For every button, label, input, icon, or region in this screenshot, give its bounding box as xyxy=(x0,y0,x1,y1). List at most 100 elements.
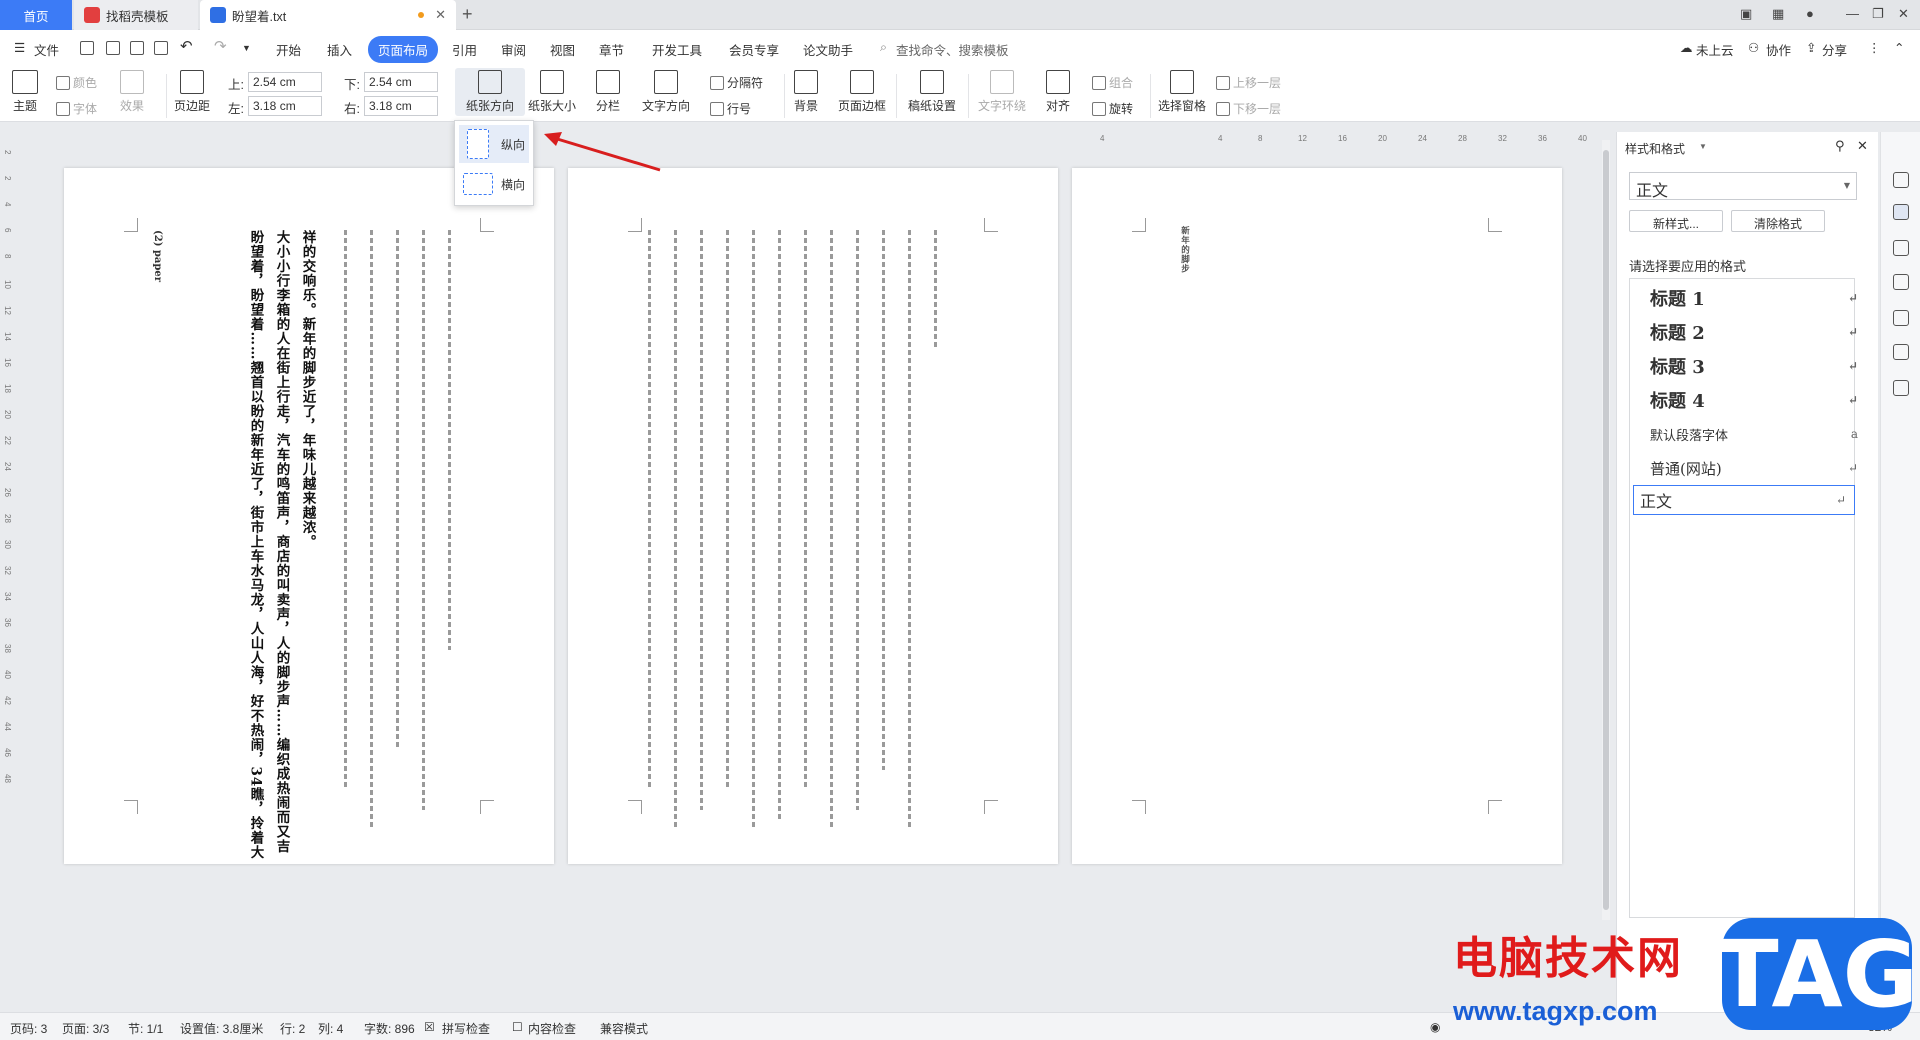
status-pages[interactable]: 页面: 3/3 xyxy=(62,1020,109,1037)
theme-button[interactable]: 主题 xyxy=(12,70,38,114)
style-item-heading-1[interactable]: 标题 1 ↵ xyxy=(1644,283,1866,313)
style-item-heading-3[interactable]: 标题 3 ↵ xyxy=(1644,351,1866,381)
search-icon[interactable]: ⌕ xyxy=(880,40,887,55)
text-direction-button[interactable]: 文字方向 xyxy=(642,70,690,114)
new-style-button[interactable]: 新样式... xyxy=(1629,210,1723,232)
export-pdf-icon[interactable] xyxy=(106,41,120,55)
document-page-2[interactable] xyxy=(568,168,1058,864)
align-button[interactable]: 对齐 xyxy=(1046,70,1070,114)
magic-icon[interactable] xyxy=(1893,172,1909,188)
clear-format-button[interactable]: 清除格式 xyxy=(1731,210,1825,232)
style-item-heading-4[interactable]: 标题 4 ↵ xyxy=(1644,385,1866,415)
paper-size-button[interactable]: 纸张大小 xyxy=(528,70,576,114)
image-tools-icon[interactable] xyxy=(1893,310,1909,326)
menu-file[interactable]: 文件 xyxy=(34,40,59,59)
line-numbers-button[interactable]: 行号 xyxy=(710,100,751,117)
text-wrap-button[interactable]: 文字环绕 xyxy=(978,70,1026,114)
grid-icon[interactable]: ▦ xyxy=(1772,6,1784,22)
quick-access-dropdown-icon[interactable]: ▼ xyxy=(242,43,251,53)
status-column[interactable]: 列: 4 xyxy=(318,1020,343,1037)
close-tab-icon[interactable]: ✕ xyxy=(435,7,446,23)
top-margin-field[interactable]: 2.54 cm xyxy=(248,72,322,92)
close-pane-icon[interactable]: ✕ xyxy=(1857,138,1868,154)
status-page-number[interactable]: 页码: 3 xyxy=(10,1020,47,1037)
background-button[interactable]: 背景 xyxy=(794,70,818,114)
tab-template[interactable]: 找稻壳模板 xyxy=(74,0,198,30)
left-margin-field[interactable]: 3.18 cm xyxy=(248,96,322,116)
status-setting[interactable]: 设置值: 3.8厘米 xyxy=(180,1020,263,1037)
layout-icon[interactable]: ▣ xyxy=(1740,6,1752,22)
breaks-button[interactable]: 分隔符 xyxy=(710,74,763,91)
font-button[interactable]: 字体 xyxy=(56,100,97,117)
document-scrollbar[interactable] xyxy=(1602,140,1610,920)
redo-icon[interactable]: ↷ xyxy=(214,37,227,55)
menu-thesis[interactable]: 论文助手 xyxy=(803,40,853,59)
landscape-option[interactable]: 横向 xyxy=(459,165,529,203)
style-item-heading-2[interactable]: 标题 2 ↵ xyxy=(1644,317,1866,347)
menu-home[interactable]: 开始 xyxy=(276,40,301,59)
share-button[interactable]: 分享 xyxy=(1822,40,1847,59)
status-section[interactable]: 节: 1/1 xyxy=(128,1020,163,1037)
scrollbar-thumb[interactable] xyxy=(1603,150,1609,910)
menu-member[interactable]: 会员专享 xyxy=(729,40,779,59)
restore-icon[interactable]: ❐ xyxy=(1872,6,1884,22)
bottom-margin-field[interactable]: 2.54 cm xyxy=(364,72,438,92)
print-icon[interactable] xyxy=(130,41,144,55)
rotate-button[interactable]: 旋转 xyxy=(1092,100,1133,117)
page-border-button[interactable]: 页面边框 xyxy=(838,70,886,114)
share-icon[interactable]: ⇪ xyxy=(1806,40,1816,55)
adjust-icon[interactable] xyxy=(1893,274,1909,290)
vertical-ruler[interactable]: 2 2 4 6 8 10 12 14 16 18 20 22 24 26 28 30 32 34 36 38 40 42 4… xyxy=(0,150,14,850)
collapse-ribbon-icon[interactable]: ⌃ xyxy=(1894,40,1904,55)
avatar[interactable]: ● xyxy=(1806,6,1814,21)
hamburger-icon[interactable]: ☰ xyxy=(14,40,25,55)
new-tab-button[interactable]: + xyxy=(462,4,473,25)
margins-button[interactable]: 页边距 xyxy=(174,70,210,114)
menu-chapter[interactable]: 章节 xyxy=(599,40,624,59)
style-item-body[interactable]: 正文 ↵ xyxy=(1633,485,1855,515)
group-button[interactable]: 组合 xyxy=(1092,74,1133,91)
cloud-icon[interactable]: ☁ xyxy=(1680,40,1693,55)
menu-page-layout[interactable]: 页面布局 xyxy=(368,36,439,63)
book-icon[interactable] xyxy=(1893,380,1909,396)
more-icon[interactable]: ⋮ xyxy=(1868,40,1881,55)
select-cursor-icon[interactable] xyxy=(1893,240,1909,256)
menu-references[interactable]: 引用 xyxy=(452,40,477,59)
status-row[interactable]: 行: 2 xyxy=(280,1020,305,1037)
orientation-button[interactable]: 纸张方向 xyxy=(455,68,525,116)
right-margin-field[interactable]: 3.18 cm xyxy=(364,96,438,116)
command-search[interactable]: 查找命令、搜索模板 xyxy=(896,40,1009,59)
portrait-option[interactable]: 纵向 xyxy=(459,125,529,163)
document-page-1[interactable]: 大小小行李箱的人在街上行走，汽车的鸣笛声，商店的叫卖声，人的脚步声……编织成热闹… xyxy=(64,168,554,864)
spell-check-button[interactable]: 拼写检查 xyxy=(442,1020,490,1037)
menu-review[interactable]: 审阅 xyxy=(501,40,526,59)
collab-icon[interactable]: ⚇ xyxy=(1748,40,1759,55)
send-backward-button[interactable]: 下移一层 xyxy=(1216,100,1281,117)
grid-paper-button[interactable]: 稿纸设置 xyxy=(908,70,956,114)
style-item-normal-web[interactable]: 普通(网站) ↵ xyxy=(1644,453,1866,483)
effect-button[interactable]: 效果 xyxy=(120,70,144,114)
style-item-default-font[interactable]: 默认段落字体 a xyxy=(1644,419,1866,449)
save-icon[interactable] xyxy=(80,41,94,55)
bring-forward-button[interactable]: 上移一层 xyxy=(1216,74,1281,91)
minimize-icon[interactable]: — xyxy=(1846,6,1859,21)
selection-pane-button[interactable]: 选择窗格 xyxy=(1158,70,1206,114)
color-button[interactable]: 颜色 xyxy=(56,74,97,91)
title-dropdown-icon[interactable]: ▼ xyxy=(1699,142,1707,151)
eye-protect-icon[interactable]: ◉ xyxy=(1430,1020,1440,1034)
menu-view[interactable]: 视图 xyxy=(550,40,575,59)
content-check-button[interactable]: 内容检查 xyxy=(528,1020,576,1037)
tab-home[interactable]: 首页 xyxy=(0,0,72,30)
style-pen-icon[interactable] xyxy=(1893,204,1909,220)
collab-button[interactable]: 协作 xyxy=(1766,40,1791,59)
current-style-select[interactable]: 正文 ▼ xyxy=(1629,172,1857,200)
columns-button[interactable]: 分栏 xyxy=(596,70,620,114)
print-preview-icon[interactable] xyxy=(154,41,168,55)
close-window-icon[interactable]: ✕ xyxy=(1898,6,1909,22)
horizontal-ruler[interactable]: 4 4 8 12 16 20 24 28 32 36 40 xyxy=(1100,132,1600,148)
menu-insert[interactable]: 插入 xyxy=(327,40,352,59)
cloud-status[interactable]: 未上云 xyxy=(1696,40,1734,59)
undo-icon[interactable]: ↶ xyxy=(180,37,193,55)
tab-document[interactable]: 盼望着.txt ✕ xyxy=(200,0,456,30)
compass-icon[interactable] xyxy=(1893,344,1909,360)
